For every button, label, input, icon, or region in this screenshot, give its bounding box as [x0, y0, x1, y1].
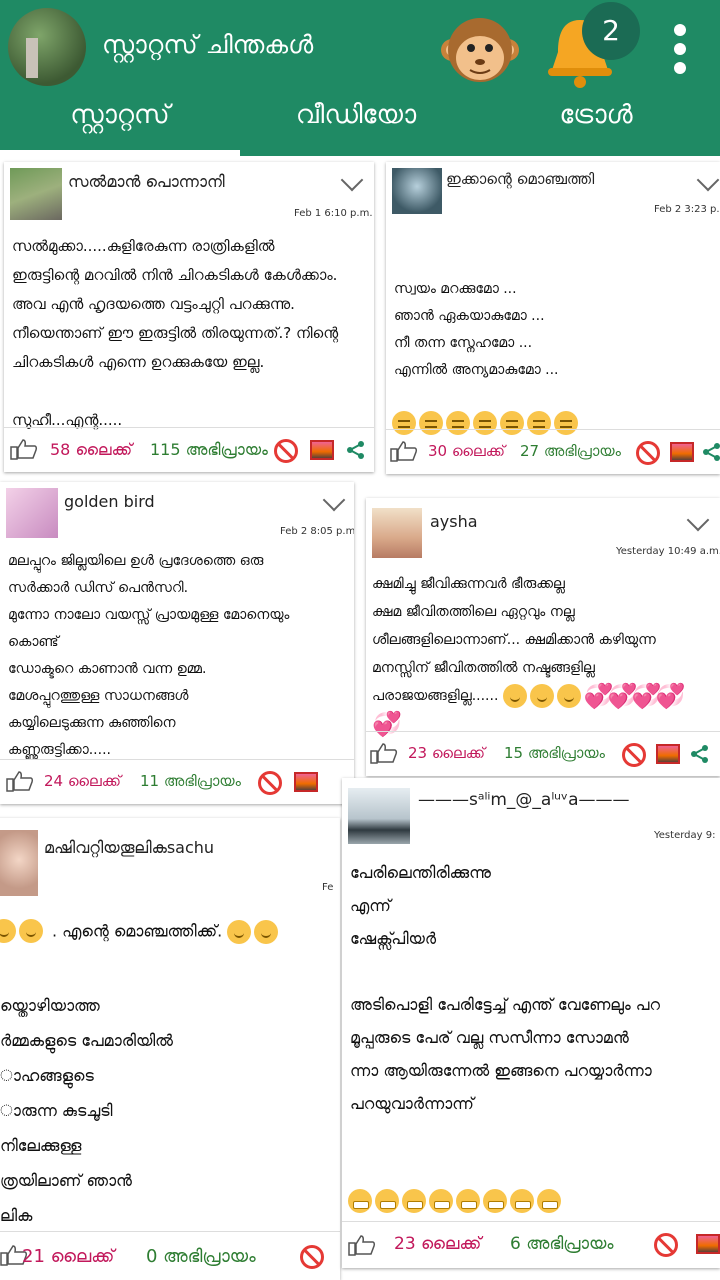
- post-footer: 30 ലൈക്ക് 27 അഭിപ്രായം: [386, 429, 720, 474]
- image-icon[interactable]: [310, 440, 334, 460]
- post-author-avatar[interactable]: [348, 788, 410, 844]
- report-icon[interactable]: [622, 743, 646, 767]
- app-bar: സ്റ്റാറ്റസ് ചിന്തകൾ 2 സ്റ്റാറ്റസ് വീഡിയോ…: [0, 0, 720, 156]
- app-title: സ്റ്റാറ്റസ് ചിന്തകൾ: [102, 30, 314, 59]
- post-body: യ്തൊഴിയാത്ത ർമ്മകളുടെ പേമാരിയിൽാഹങ്ങളുടൊ…: [0, 996, 173, 1225]
- image-icon[interactable]: [294, 772, 318, 792]
- post-body: ക്ഷമിച്ചു ജീവിക്കുന്നവർ ഭീരുക്കല്ല ക്ഷമ ജ…: [372, 576, 686, 738]
- post-author-name[interactable]: സൽമാൻ പൊന്നാനി: [68, 172, 225, 192]
- report-icon[interactable]: [274, 439, 298, 463]
- comment-count[interactable]: 115 അഭിപ്രായം: [150, 440, 268, 460]
- chevron-down-icon[interactable]: [696, 168, 720, 192]
- like-count[interactable]: 23 ലൈക്ക്: [408, 744, 485, 762]
- notification-count-badge: 2: [582, 2, 640, 60]
- post-card[interactable]: ———sᵃˡⁱm_@_aˡᵘᵛa——— Yesterday 9: പേരിലെന…: [342, 778, 720, 1268]
- emoji-row: [348, 1188, 564, 1213]
- like-count[interactable]: 30 ലൈക്ക്: [428, 442, 505, 460]
- emoji-row: [0, 918, 46, 943]
- post-body: പേരിലെന്തിരിക്കുന്നു എന്ന് ഷേക്സ്പിയർ അടിപൊ…: [350, 863, 661, 1113]
- image-icon[interactable]: [656, 744, 680, 764]
- post-author-name[interactable]: മഷിവറ്റിയതൂലികsachu: [44, 838, 214, 858]
- post-card[interactable]: ഇക്കാന്റെ മൊഞ്ചത്തി Feb 2 3:23 p.m. സ്വയ…: [386, 162, 720, 474]
- image-icon[interactable]: [670, 442, 694, 462]
- post-footer: 24 ലൈക്ക് 11 അഭിപ്രായം: [0, 759, 354, 804]
- tab-status[interactable]: സ്റ്റാറ്റസ്: [0, 100, 240, 131]
- share-icon[interactable]: [702, 442, 720, 462]
- comment-count[interactable]: 6 അഭിപ്രായം: [510, 1234, 614, 1254]
- post-author-avatar[interactable]: [0, 830, 38, 896]
- post-date: Yesterday 9:: [654, 830, 716, 841]
- post-card[interactable]: സൽമാൻ പൊന്നാനി Feb 1 6:10 p.m. സൽമുക്കാ.…: [4, 162, 374, 472]
- post-date: Feb 2 8:05 p.m.: [280, 526, 354, 537]
- tab-troll[interactable]: ട്രോൾ: [476, 100, 716, 131]
- share-icon[interactable]: [346, 440, 366, 460]
- post-footer: 23 ലൈക്ക് 15 അഭിപ്രായം: [366, 731, 720, 776]
- like-icon[interactable]: [10, 438, 38, 460]
- post-date: Yesterday 10:49 a.m.: [616, 546, 720, 557]
- report-icon[interactable]: [654, 1233, 678, 1257]
- share-icon[interactable]: [690, 744, 710, 764]
- post-author-name[interactable]: ഇക്കാന്റെ മൊഞ്ചത്തി: [446, 170, 594, 188]
- active-tab-indicator: [0, 150, 240, 156]
- post-author-avatar[interactable]: [10, 168, 62, 220]
- post-card[interactable]: golden bird Feb 2 8:05 p.m. മലപ്പുറം ജില…: [0, 482, 354, 804]
- chevron-down-icon[interactable]: [322, 488, 346, 512]
- comment-count[interactable]: 11 അഭിപ്രായം: [140, 772, 241, 790]
- post-author-avatar[interactable]: [392, 168, 442, 214]
- post-author-avatar[interactable]: [6, 488, 58, 538]
- like-count[interactable]: 58 ലൈക്ക്: [50, 440, 132, 460]
- image-icon[interactable]: [696, 1234, 720, 1254]
- overflow-menu-icon[interactable]: [666, 18, 694, 78]
- comment-count[interactable]: 0 അഭിപ്രായം: [146, 1246, 256, 1267]
- report-icon[interactable]: [636, 441, 660, 465]
- post-author-name[interactable]: ———sᵃˡⁱm_@_aˡᵘᵛa———: [418, 790, 630, 810]
- post-body: സൽമുക്കാ.....കുളിരേകുന്ന രാത്രികളിൽ ഇരുട്…: [12, 237, 339, 429]
- like-icon[interactable]: [348, 1234, 376, 1256]
- monkey-icon[interactable]: [440, 10, 520, 90]
- post-body-heading: . എന്റെ മൊഞ്ചത്തിക്ക്.: [52, 920, 281, 944]
- post-footer: 21 ലൈക്ക് 0 അഭിപ്രായം: [0, 1231, 340, 1280]
- post-card[interactable]: aysha Yesterday 10:49 a.m. ക്ഷമിച്ചു ജീവ…: [366, 498, 720, 776]
- report-icon[interactable]: [258, 771, 282, 795]
- post-author-avatar[interactable]: [372, 508, 422, 558]
- like-icon[interactable]: [370, 742, 398, 764]
- comment-count[interactable]: 15 അഭിപ്രായം: [504, 744, 605, 762]
- post-body: മലപ്പുറം ജില്ലയിലെ ഉൾ പ്രദേശത്തെ ഒരു സർക്…: [8, 553, 290, 758]
- post-author-name[interactable]: aysha: [430, 512, 478, 531]
- post-date: Feb 1 6:10 p.m.: [294, 208, 373, 219]
- chevron-down-icon[interactable]: [686, 508, 710, 532]
- chevron-down-icon[interactable]: [340, 168, 364, 192]
- post-date: Fe: [322, 882, 334, 893]
- like-count[interactable]: 21 ലൈക്ക്: [22, 1246, 114, 1267]
- report-icon[interactable]: [300, 1245, 324, 1269]
- like-count[interactable]: 23 ലൈക്ക്: [394, 1234, 481, 1254]
- post-body: സ്വയം മറക്കുമോ ... ഞാൻ ഏകയാകുമോ ... നീ തന…: [394, 281, 559, 378]
- profile-avatar[interactable]: [8, 8, 86, 86]
- post-card[interactable]: മഷിവറ്റിയതൂലികsachu Fe . എന്റെ മൊഞ്ചത്തി…: [0, 818, 340, 1280]
- post-author-name[interactable]: golden bird: [64, 492, 155, 511]
- like-icon[interactable]: [6, 770, 34, 792]
- like-count[interactable]: 24 ലൈക്ക്: [44, 772, 121, 790]
- post-footer: 23 ലൈക്ക് 6 അഭിപ്രായം: [342, 1221, 720, 1268]
- comment-count[interactable]: 27 അഭിപ്രായം: [520, 442, 621, 460]
- tab-video[interactable]: വീഡിയോ: [236, 100, 476, 131]
- like-icon[interactable]: [390, 440, 418, 462]
- post-footer: 58 ലൈക്ക് 115 അഭിപ്രായം: [4, 427, 374, 472]
- post-date: Feb 2 3:23 p.m.: [654, 204, 720, 215]
